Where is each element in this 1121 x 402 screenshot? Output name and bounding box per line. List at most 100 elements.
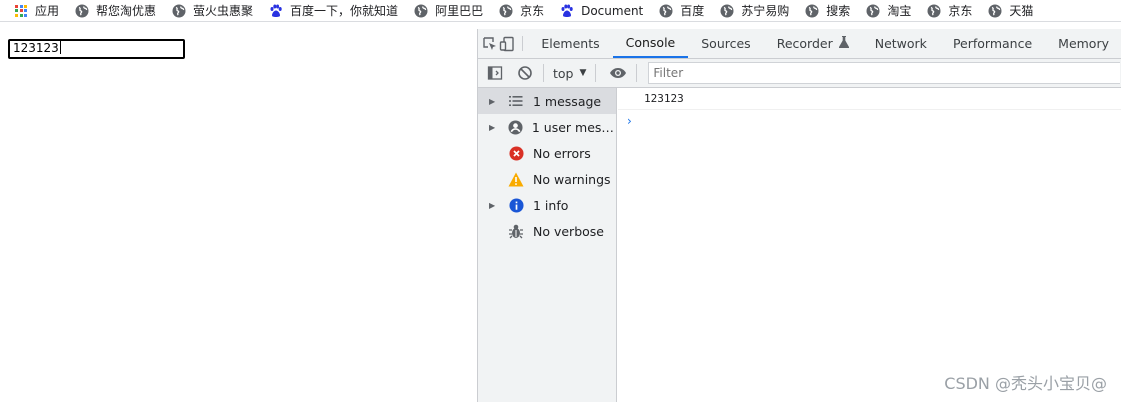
tab-label: Sources [701, 36, 751, 51]
expand-triangle-icon[interactable]: ▶ [489, 123, 499, 132]
text-caret [59, 41, 61, 54]
bookmark-label: 阿里巴巴 [435, 4, 484, 18]
bookmark-label: 帮您淘优惠 [96, 4, 157, 18]
tab-network[interactable]: Network [862, 29, 940, 58]
list-icon [508, 93, 524, 109]
console-log-text: 123123 [644, 92, 684, 105]
live-expression-eye-icon[interactable] [605, 60, 631, 86]
console-toolbar: top ▼ [478, 59, 1121, 88]
sidebar-item-label: No errors [533, 145, 591, 161]
toolbar-divider [543, 64, 544, 82]
apps-grid-icon [14, 4, 28, 18]
tab-label: Recorder [776, 36, 833, 51]
bookmark-item[interactable]: 京东 [499, 2, 544, 19]
bookmark-label: 苏宁易购 [741, 4, 790, 18]
user-icon [508, 119, 523, 135]
bookmark-item[interactable]: 苏宁易购 [720, 2, 789, 19]
bookmark-label: 百度 [680, 4, 705, 18]
inspect-element-icon[interactable] [482, 29, 499, 58]
bookmark-label: 淘宝 [887, 4, 912, 18]
error-icon [508, 145, 524, 161]
tab-label: Performance [952, 36, 1033, 51]
bookmark-item[interactable]: 阿里巴巴 [414, 2, 483, 19]
web-page: 123123 [0, 29, 477, 402]
tab-sources[interactable]: Sources [688, 29, 763, 58]
tab-recorder[interactable]: Recorder [764, 29, 862, 58]
bug-icon [508, 223, 524, 239]
bookmark-label: 京东 [948, 4, 973, 18]
bookmark-item[interactable]: 帮您淘优惠 [75, 2, 156, 19]
tab-memory[interactable]: Memory [1045, 29, 1121, 58]
globe-icon [720, 4, 734, 18]
tab-elements[interactable]: Elements [528, 29, 612, 58]
tab-performance[interactable]: Performance [940, 29, 1045, 58]
filter-input[interactable] [648, 62, 1121, 84]
bookmark-label: 百度一下，你就知道 [290, 4, 399, 18]
bookmark-item[interactable]: 萤火虫惠聚 [172, 2, 253, 19]
globe-icon [927, 4, 941, 18]
info-icon [508, 197, 524, 213]
tab-label: Elements [541, 36, 600, 51]
sidebar-item-info[interactable]: ▶ 1 info [478, 192, 616, 218]
toolbar-divider [636, 64, 638, 82]
bookmark-label: Document [581, 3, 644, 18]
bookmark-label: 萤火虫惠聚 [193, 4, 254, 18]
console-log-row[interactable]: 123123 [618, 88, 1121, 110]
watermark: CSDN @秃头小宝贝@ [944, 374, 1107, 393]
console-output: 123123 › [618, 88, 1121, 402]
flask-icon [838, 36, 849, 51]
globe-icon [866, 4, 880, 18]
sidebar-toggle-icon[interactable] [482, 60, 508, 86]
bookmark-label: 京东 [520, 4, 545, 18]
globe-icon [499, 4, 513, 18]
bookmark-label: 天猫 [1009, 4, 1034, 18]
bookmark-item[interactable]: Document [560, 4, 643, 18]
bookmark-item[interactable]: 搜索 [805, 2, 850, 19]
tab-label: Memory [1058, 36, 1109, 51]
toolbar-divider [595, 64, 597, 82]
devtools-panel: Elements Console Sources Recorder Networ… [477, 29, 1121, 402]
bookmarks-bar: 应用 帮您淘优惠 萤火虫惠聚 百度一下，你就知道 阿里巴巴 京东 Documen… [0, 0, 1121, 22]
context-label: top [553, 65, 574, 81]
baidu-paw-icon [560, 4, 574, 18]
tab-label: Network [874, 36, 927, 51]
tab-console[interactable]: Console [612, 29, 689, 58]
warning-icon [508, 171, 524, 187]
dropdown-arrow-icon: ▼ [579, 68, 587, 78]
devtools-tab-bar: Elements Console Sources Recorder Networ… [478, 29, 1121, 59]
toolbar-divider [521, 36, 523, 51]
globe-icon [414, 4, 428, 18]
globe-icon [988, 4, 1002, 18]
globe-icon [659, 4, 673, 18]
globe-icon [75, 4, 89, 18]
expand-triangle-icon[interactable]: ▶ [489, 201, 499, 210]
sidebar-item-user-messages[interactable]: ▶ 1 user mess... [478, 114, 616, 140]
bookmark-item[interactable]: 天猫 [988, 2, 1033, 19]
bookmark-label: 应用 [35, 4, 60, 18]
context-selector[interactable]: top ▼ [549, 66, 590, 81]
sidebar-item-verbose[interactable]: No verbose [478, 218, 616, 244]
bookmark-apps[interactable]: 应用 [14, 2, 59, 19]
globe-icon [805, 4, 819, 18]
sidebar-item-label: 1 message [533, 93, 602, 109]
sidebar-item-errors[interactable]: No errors [478, 140, 616, 166]
sidebar-item-messages[interactable]: ▶ 1 message [478, 88, 616, 114]
prompt-chevron-icon: › [627, 114, 632, 128]
tab-label: Console [625, 35, 676, 50]
clear-console-icon[interactable] [512, 60, 538, 86]
bookmark-item[interactable]: 京东 [927, 2, 972, 19]
sidebar-item-label: 1 user mess... [531, 119, 616, 135]
globe-icon [172, 4, 186, 18]
text-input[interactable]: 123123 [8, 39, 185, 59]
sidebar-item-label: No warnings [533, 171, 611, 187]
bookmark-item[interactable]: 百度一下，你就知道 [269, 2, 398, 19]
console-sidebar: ▶ 1 message ▶ 1 user mess... No errors N… [478, 88, 617, 402]
expand-triangle-icon[interactable]: ▶ [489, 97, 499, 106]
bookmark-item[interactable]: 百度 [659, 2, 704, 19]
console-prompt[interactable]: › [618, 110, 1121, 132]
device-toolbar-icon[interactable] [499, 29, 516, 58]
text-input-value: 123123 [13, 41, 59, 55]
bookmark-label: 搜索 [826, 4, 851, 18]
bookmark-item[interactable]: 淘宝 [866, 2, 911, 19]
sidebar-item-warnings[interactable]: No warnings [478, 166, 616, 192]
